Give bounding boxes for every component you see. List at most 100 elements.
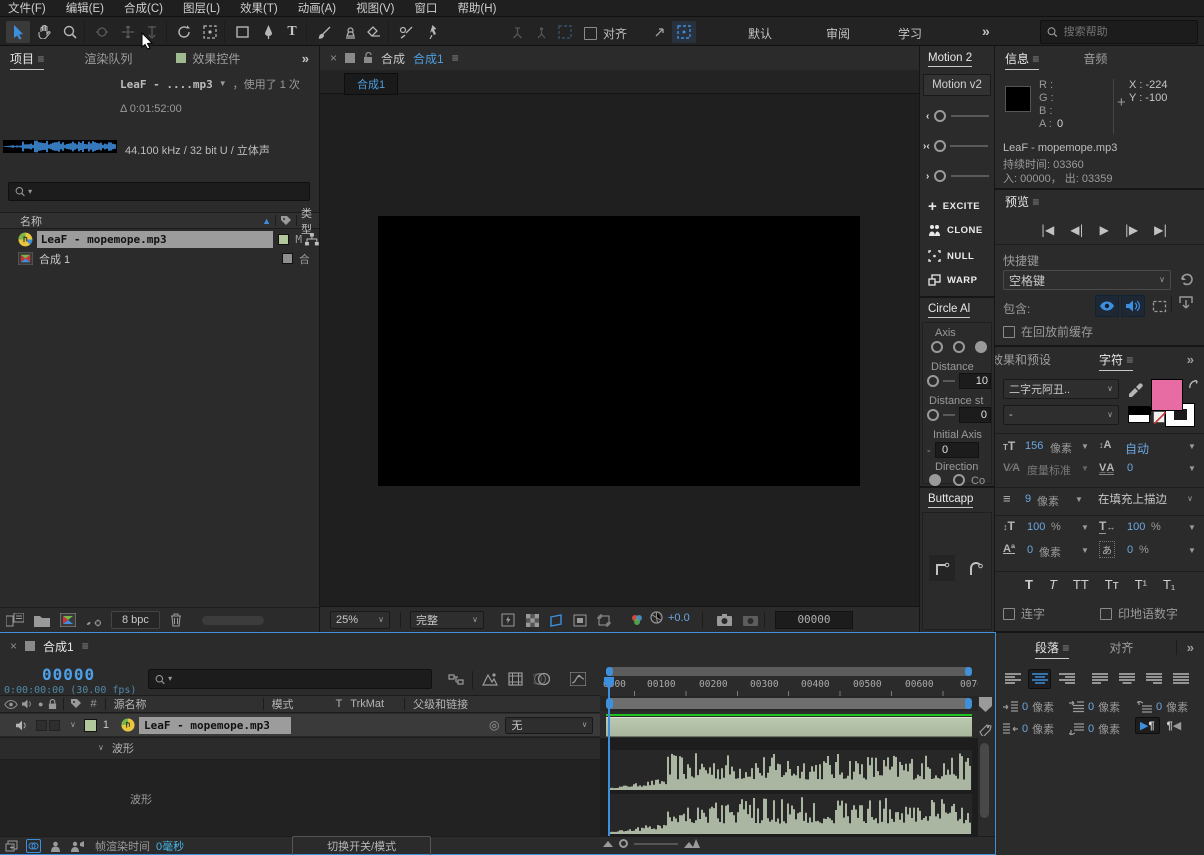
menu-file[interactable]: 文件(F)	[8, 0, 46, 16]
baseline-shift-value[interactable]: 0	[1027, 544, 1033, 556]
current-frame-display[interactable]: 00000	[42, 665, 95, 684]
project-more-chevron[interactable]: »	[302, 51, 309, 66]
new-folder-icon[interactable]	[34, 614, 50, 627]
selection-tool[interactable]	[6, 21, 30, 43]
para-more-chevron[interactable]: »	[1176, 640, 1194, 655]
align-left-button[interactable]	[1001, 669, 1024, 689]
tab-info[interactable]: 信息 ≡	[1005, 47, 1039, 70]
viewer-panel-menu-icon[interactable]: ≡	[452, 51, 459, 65]
mode-column[interactable]: 模式	[272, 696, 294, 712]
tsume-value[interactable]: 0	[1127, 544, 1133, 556]
indent-left-field[interactable]: 0像素	[1003, 699, 1054, 715]
hand-tool[interactable]	[32, 21, 56, 43]
motion-slider-3[interactable]: ›	[926, 170, 989, 182]
menu-effect[interactable]: 效果(T)	[240, 0, 278, 16]
parent-link-column[interactable]: 父级和链接	[413, 696, 468, 712]
axis-option-3[interactable]	[975, 341, 987, 353]
space-after-field[interactable]: 0像素	[1069, 721, 1120, 737]
play-icon[interactable]: ▶	[1100, 223, 1109, 237]
channels-icon[interactable]	[625, 609, 649, 631]
panel-menu-icon[interactable]: ≡	[37, 52, 44, 66]
quality-icon[interactable]	[979, 723, 992, 736]
mask-visibility-icon[interactable]	[568, 609, 592, 631]
distance-st-knob[interactable]	[927, 409, 939, 421]
distance-st-value[interactable]: 0	[959, 407, 991, 423]
justify-last-right-button[interactable]	[1142, 669, 1165, 689]
trash-icon[interactable]	[170, 613, 182, 627]
toggle-switches-button[interactable]: 切换开关/模式	[292, 836, 431, 855]
pan-camera-tool[interactable]	[116, 21, 140, 43]
clone-button[interactable]: CLONE	[928, 224, 983, 236]
cache-before-playback[interactable]: 在回放前缓存	[1003, 323, 1093, 340]
no-fill-icon[interactable]	[1153, 411, 1165, 423]
tracking-caret[interactable]: ▼	[1188, 465, 1196, 473]
last-frame-icon[interactable]: ▶|	[1154, 223, 1167, 237]
vertical-scale-value[interactable]: 100	[1027, 521, 1045, 533]
zoom-out-mountain-icon[interactable]	[603, 840, 613, 847]
ligatures-checkbox[interactable]	[1003, 608, 1015, 620]
horizontal-scale-value[interactable]: 100	[1127, 521, 1145, 533]
leading-caret[interactable]: ▼	[1188, 443, 1196, 451]
justify-last-left-button[interactable]	[1088, 669, 1111, 689]
project-row-comp[interactable]: 合成 1 合	[0, 249, 319, 268]
menu-view[interactable]: 视图(V)	[356, 0, 394, 16]
ligatures-toggle[interactable]: 连字	[1003, 605, 1045, 622]
cache-checkbox[interactable]	[1003, 326, 1015, 338]
null-button[interactable]: NULL	[928, 250, 974, 262]
motion-v2-header[interactable]: Motion v2	[923, 74, 991, 96]
warp-button[interactable]: WARP	[928, 274, 978, 286]
fill-color-swatch[interactable]	[1151, 379, 1183, 411]
layer-name[interactable]: LeaF - mopemope.mp3	[139, 717, 291, 734]
shortcut-dropdown[interactable]: 空格键∨	[1003, 270, 1171, 290]
camera-unified-tool[interactable]	[198, 21, 222, 43]
help-search[interactable]	[1040, 20, 1198, 44]
all-caps-button[interactable]: TT	[1073, 577, 1089, 592]
solo-toggle[interactable]	[36, 720, 47, 731]
align-center-button[interactable]	[1028, 669, 1051, 689]
project-search[interactable]: ▾	[8, 182, 310, 201]
selection-box-icon[interactable]	[553, 21, 577, 43]
tracking-value[interactable]: 0	[1127, 462, 1133, 474]
superscript-button[interactable]: T¹	[1135, 577, 1147, 592]
orbit-camera-tool[interactable]	[90, 21, 114, 43]
first-line-indent-field[interactable]: 0像素	[1069, 699, 1120, 715]
tab-character[interactable]: 字符 ≡	[1099, 348, 1133, 371]
fast-preview-icon[interactable]	[496, 609, 520, 631]
parent-dropdown[interactable]: 无∨	[505, 717, 593, 734]
search-options-caret[interactable]: ▾	[28, 188, 32, 196]
project-row-audio[interactable]: LeaF - mopemope.mp3 M	[0, 230, 319, 249]
crop-icon[interactable]	[592, 609, 616, 631]
char-more-chevron[interactable]: »	[1187, 352, 1194, 367]
layer-expand-caret[interactable]: ∨	[70, 721, 76, 729]
next-frame-icon[interactable]: |▶	[1125, 223, 1138, 237]
tab-effect-controls[interactable]: 效果控件	[176, 50, 240, 67]
frame-blending-icon[interactable]	[508, 672, 523, 686]
label-column-icon[interactable]	[280, 215, 292, 227]
nav-start-handle[interactable]	[606, 667, 613, 676]
viewer-breadcrumb[interactable]: 合成1	[344, 73, 398, 95]
layer-row[interactable]: ∨ 1 LeaF - mopemope.mp3 ◎ 无∨	[0, 714, 600, 737]
lock-toggle[interactable]	[49, 720, 60, 731]
zoom-in-mountain-icon[interactable]	[684, 839, 700, 848]
tab-effects-presets[interactable]: 效果和预设	[995, 351, 1077, 368]
initial-axis-value[interactable]: 0	[935, 442, 979, 458]
workspace-review[interactable]: 审阅	[826, 25, 850, 42]
region-of-interest-icon[interactable]	[544, 609, 568, 631]
hindi-digits-toggle[interactable]: 印地语数字	[1100, 605, 1178, 622]
include-overlays-button[interactable]	[1147, 295, 1171, 317]
indent-right-field[interactable]: 0像素	[1003, 721, 1054, 737]
align-right-button[interactable]	[1055, 669, 1078, 689]
puppet-pin-tool[interactable]	[420, 21, 444, 43]
t-column[interactable]: T	[336, 698, 343, 710]
timeline-close-icon[interactable]: ×	[10, 639, 17, 653]
direction-option-2[interactable]	[953, 474, 965, 486]
eraser-tool[interactable]	[362, 21, 386, 43]
rtl-direction-button[interactable]: ¶◀	[1164, 718, 1185, 733]
excite-button[interactable]: +EXCITE	[928, 198, 980, 215]
timeline-search-input[interactable]	[178, 673, 425, 685]
workspace-learn[interactable]: 学习	[898, 25, 922, 42]
reset-icon[interactable]	[1179, 272, 1194, 287]
bit-depth-button[interactable]: 8 bpc	[111, 611, 160, 629]
baseline-shift-caret[interactable]: ▼	[1081, 547, 1089, 555]
footage-caret-icon[interactable]: ▼	[219, 80, 227, 88]
